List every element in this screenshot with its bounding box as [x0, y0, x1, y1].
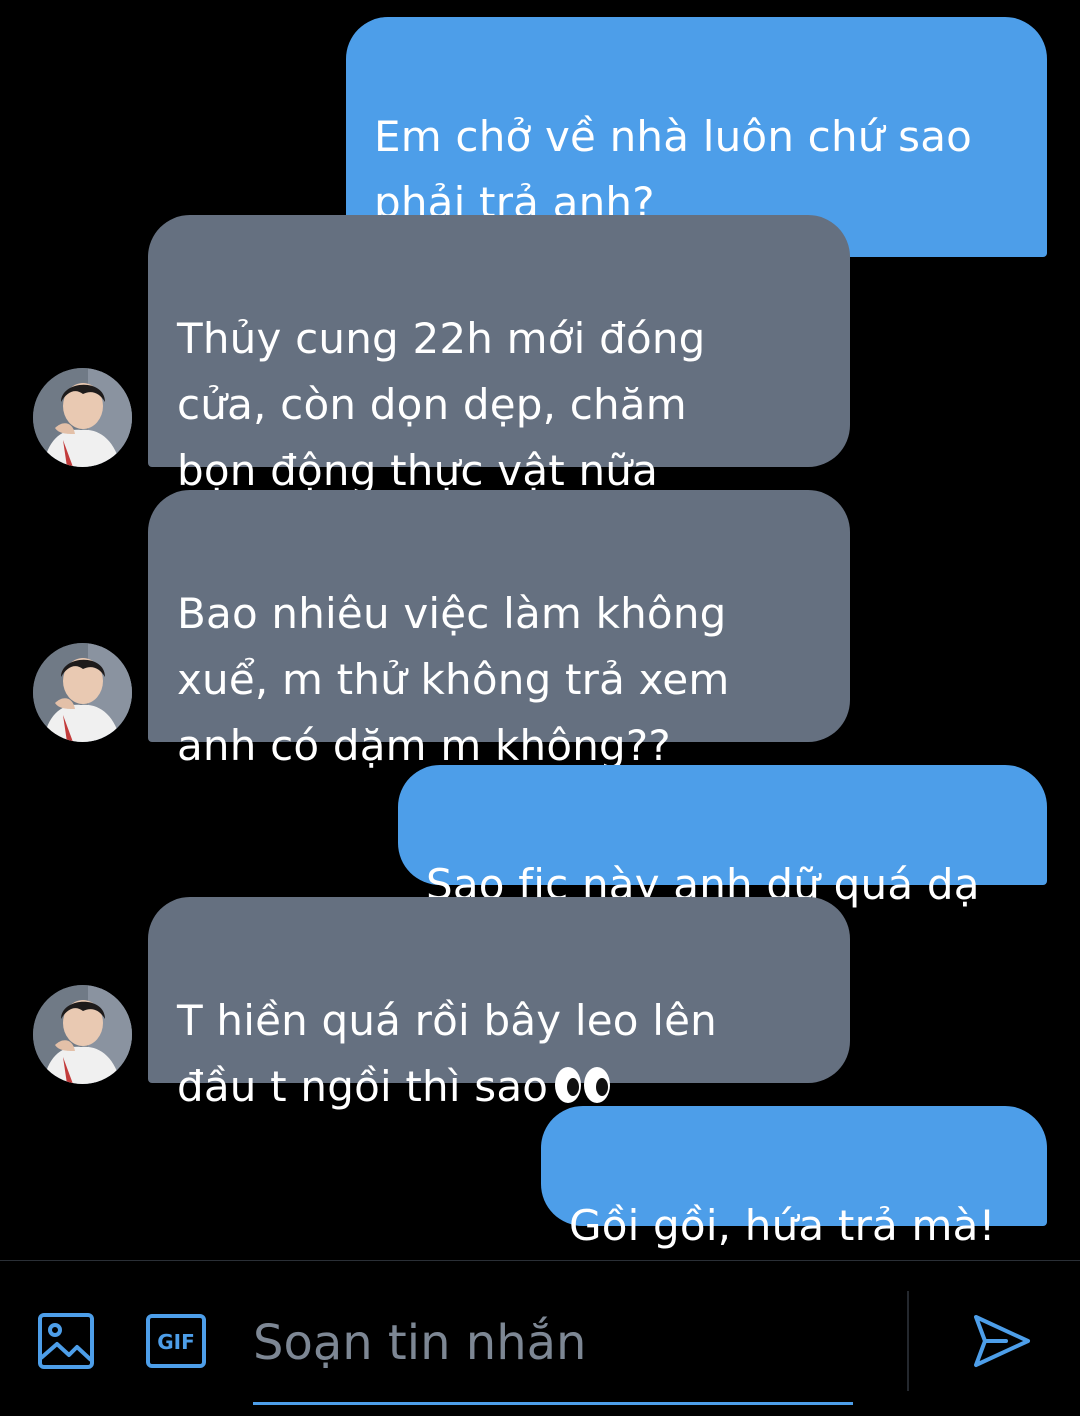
message-text: Gồi gồi, hứa trả mà!: [569, 1201, 996, 1250]
message-text: Thủy cung 22h mới đóng cửa, còn dọn dẹp,…: [177, 314, 706, 495]
message-bubble-received[interactable]: Bao nhiêu việc làm không xuể, m thử khôn…: [148, 490, 850, 770]
message-text: Bao nhiêu việc làm không xuể, m thử khôn…: [177, 589, 730, 770]
gif-icon[interactable]: GIF: [146, 1312, 206, 1370]
composer-divider: [907, 1291, 909, 1391]
contact-avatar[interactable]: [33, 643, 132, 742]
message-thread: Em chở về nhà luôn chứ sao phải trả anh?…: [0, 0, 1080, 1260]
image-icon[interactable]: [37, 1312, 95, 1370]
avatar-photo: [33, 985, 132, 1084]
message-input[interactable]: Soạn tin nhắn: [253, 1301, 853, 1405]
message-bubble-sent[interactable]: Gồi gồi, hứa trả mà!: [541, 1106, 1047, 1250]
contact-avatar[interactable]: [33, 368, 132, 467]
message-bubble-received[interactable]: T hiền quá rồi bây leo lên đầu t ngồi th…: [148, 897, 850, 1111]
message-bubble-sent[interactable]: Sao fic này anh dữ quá dạ: [398, 765, 1047, 909]
contact-avatar[interactable]: [33, 985, 132, 1084]
gif-label: GIF: [157, 1330, 195, 1354]
message-text: T hiền quá rồi bây leo lên đầu t ngồi th…: [177, 996, 717, 1111]
message-composer: GIF Soạn tin nhắn: [0, 1260, 1080, 1416]
message-bubble-received[interactable]: Thủy cung 22h mới đóng cửa, còn dọn dẹp,…: [148, 215, 850, 495]
avatar-photo: [33, 643, 132, 742]
message-input-placeholder: Soạn tin nhắn: [253, 1315, 587, 1371]
message-text: Em chở về nhà luôn chứ sao phải trả anh?: [374, 112, 973, 227]
send-icon[interactable]: [972, 1313, 1032, 1369]
avatar-photo: [33, 368, 132, 467]
